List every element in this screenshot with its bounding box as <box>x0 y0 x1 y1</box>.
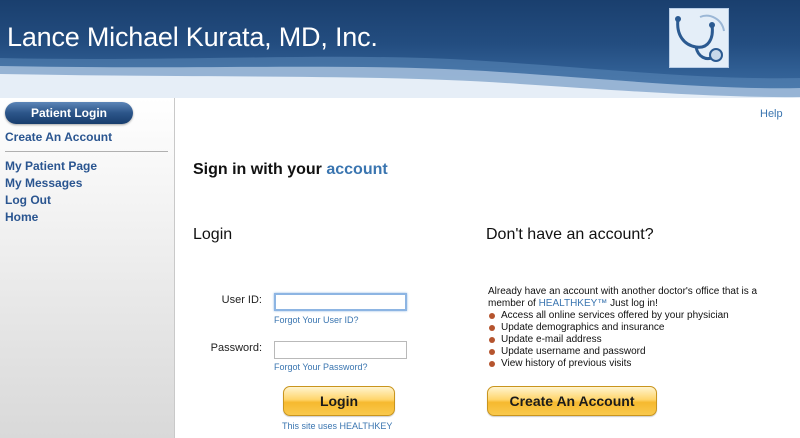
sidebar-item-my-messages[interactable]: My Messages <box>5 176 82 190</box>
sidebar-divider <box>5 151 168 152</box>
page-title-accent: account <box>326 161 388 178</box>
password-label: Password: <box>210 342 262 354</box>
site-title: Lance Michael Kurata, MD, Inc. <box>7 22 378 52</box>
healthkey-notice-brand: HEALTHKEY <box>339 421 393 431</box>
password-input[interactable] <box>274 341 407 359</box>
page-title: Sign in with your account <box>193 161 388 179</box>
signup-intro-line1: Already have an account with another doc… <box>488 286 758 297</box>
page-title-prefix: Sign in with your <box>193 161 322 178</box>
help-link[interactable]: Help <box>760 108 783 120</box>
sidebar-item-home[interactable]: Home <box>5 210 38 224</box>
sidebar-item-create-account[interactable]: Create An Account <box>5 130 112 144</box>
sidebar-item-log-out[interactable]: Log Out <box>5 193 51 207</box>
list-item: Access all online services offered by yo… <box>488 310 729 322</box>
create-account-button[interactable]: Create An Account <box>487 386 657 416</box>
signup-intro-brand: HEALTHKEY™ <box>538 298 608 309</box>
signup-heading: Don't have an account? <box>486 226 654 243</box>
forgot-user-id-link[interactable]: Forgot Your User ID? <box>274 315 359 325</box>
stethoscope-icon <box>669 8 729 68</box>
signup-intro: Already have an account with another doc… <box>488 286 788 310</box>
healthkey-notice: This site uses HEALTHKEY <box>282 421 392 431</box>
list-item: Update e-mail address <box>488 334 729 346</box>
user-id-label: User ID: <box>221 294 262 306</box>
benefits-list: Access all online services offered by yo… <box>488 310 729 370</box>
sidebar-item-my-patient-page[interactable]: My Patient Page <box>5 159 97 173</box>
site-header: Lance Michael Kurata, MD, Inc. <box>0 0 800 98</box>
signup-intro-suffix: Just log in! <box>610 298 658 309</box>
login-button[interactable]: Login <box>283 386 395 416</box>
forgot-password-link[interactable]: Forgot Your Password? <box>274 362 368 372</box>
list-item: View history of previous visits <box>488 358 729 370</box>
signup-intro-line2: member of HEALTHKEY™ Just log in! <box>488 298 788 310</box>
healthkey-notice-prefix: This site uses <box>282 421 338 431</box>
login-heading: Login <box>193 226 233 243</box>
sidebar: Patient Login Create An Account My Patie… <box>0 98 175 438</box>
list-item: Update demographics and insurance <box>488 322 729 334</box>
user-id-input[interactable] <box>274 293 407 311</box>
signup-intro-prefix: member of <box>488 298 536 309</box>
list-item: Update username and password <box>488 346 729 358</box>
sidebar-item-patient-login[interactable]: Patient Login <box>5 102 133 124</box>
